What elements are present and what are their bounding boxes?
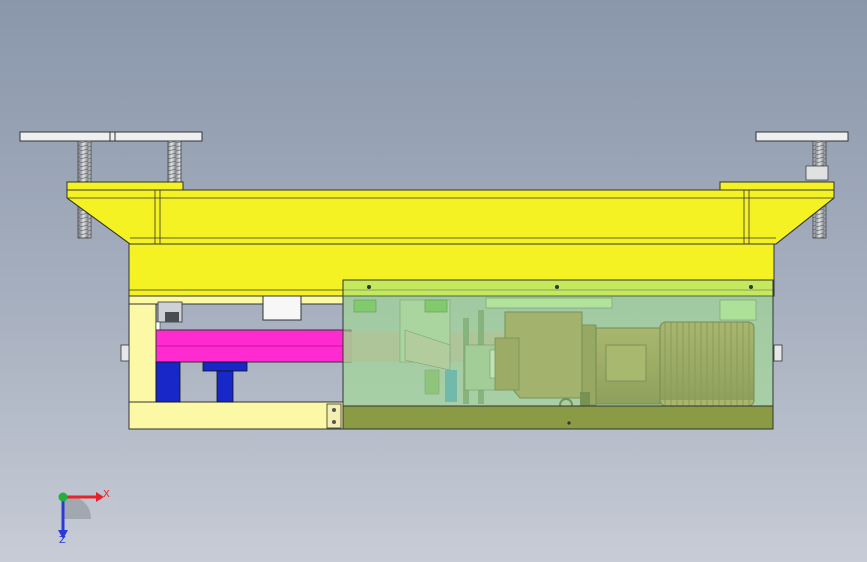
orientation-triad: X Z xyxy=(58,489,110,546)
triad-z-label: Z xyxy=(59,535,66,546)
cad-viewport[interactable]: X Z xyxy=(0,0,867,562)
upper-frame xyxy=(66,181,835,245)
left-top-plate xyxy=(19,131,203,142)
drive-housing xyxy=(342,279,774,430)
right-top-plate xyxy=(755,131,849,142)
triad-x-label: X xyxy=(103,489,110,500)
slide-beam xyxy=(155,321,352,363)
blue-brackets xyxy=(155,361,248,403)
